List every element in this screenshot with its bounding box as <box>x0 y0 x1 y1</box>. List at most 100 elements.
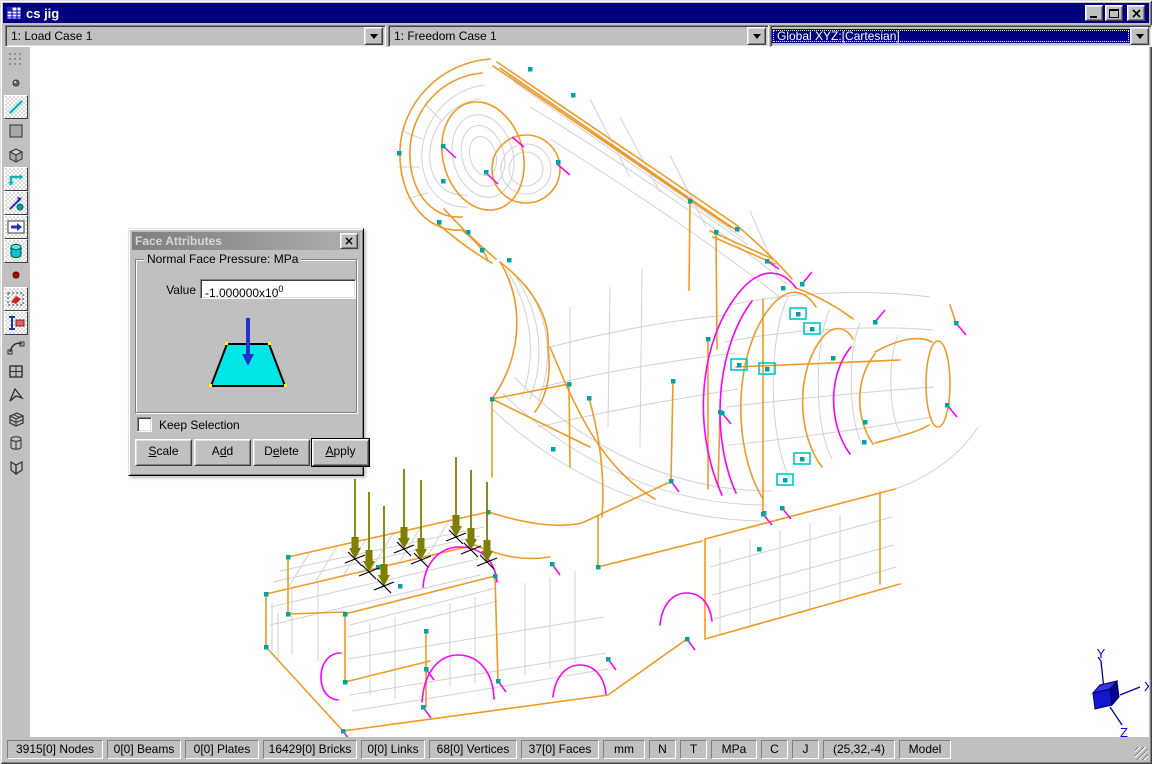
close-button[interactable] <box>1127 5 1145 21</box>
beam-tool-icon[interactable] <box>4 95 28 119</box>
vertex-node <box>286 555 291 560</box>
pressure-arrow-head <box>484 540 491 551</box>
status-stress-unit: MPa <box>711 740 757 759</box>
freedom-case-combobox[interactable]: 1: Freedom Case 1 <box>388 25 769 47</box>
value-label: Value <box>156 283 196 297</box>
vertex-node <box>688 199 693 204</box>
load-case-combobox[interactable]: 1: Load Case 1 <box>5 25 386 47</box>
vertex-node <box>685 637 690 642</box>
face-pressure-icon <box>200 316 296 396</box>
vertex-node <box>606 657 611 662</box>
value-exponent: 0 <box>278 284 283 294</box>
status-bricks: 16429[0] Bricks <box>263 740 357 759</box>
beam-element-icon[interactable] <box>4 335 28 359</box>
pressure-value-input[interactable]: -1.000000x100 <box>200 279 356 299</box>
vertex-node <box>466 230 471 235</box>
wedge-element-icon[interactable] <box>4 431 28 455</box>
delete-button[interactable]: Delete <box>253 439 310 466</box>
vertex-node <box>873 320 878 325</box>
vertex-node <box>669 479 674 484</box>
coordinate-system-combobox[interactable]: Global XYZ:[Cartesian] <box>770 25 1152 47</box>
vertex-node <box>706 337 711 342</box>
axis-label-z: Z <box>1120 725 1128 737</box>
value-mantissa: -1.000000x10 <box>205 286 278 300</box>
chevron-down-icon[interactable] <box>364 27 383 45</box>
window-title: cs jig <box>26 6 1085 21</box>
vertex-node <box>424 629 429 634</box>
vertex-node <box>765 367 770 372</box>
coordinate-system-value: Global XYZ:[Cartesian] <box>772 29 1130 43</box>
pressure-arrow-head <box>453 515 460 526</box>
brick-element-icon[interactable] <box>4 407 28 431</box>
dialog-title: Face Attributes <box>135 234 340 248</box>
link-tool-icon[interactable] <box>4 167 28 191</box>
apply-button[interactable]: Apply <box>312 439 369 466</box>
keep-selection-checkbox[interactable] <box>137 417 152 432</box>
vertex-node <box>862 440 867 445</box>
scale-button[interactable]: Scale <box>135 439 192 466</box>
pressure-arrow-head <box>381 564 388 575</box>
vertex-node <box>397 151 402 156</box>
status-beams: 0[0] Beams <box>107 740 181 759</box>
freedom-case-value: 1: Freedom Case 1 <box>389 29 747 43</box>
axis-triad: Y X Z <box>1093 646 1149 737</box>
select-plate-tool-icon[interactable] <box>4 311 28 335</box>
vertex-node <box>567 382 572 387</box>
vertex-node <box>286 612 291 617</box>
minimize-button[interactable] <box>1085 5 1103 21</box>
keep-selection-row[interactable]: Keep Selection <box>137 417 240 432</box>
vertex-node <box>441 179 446 184</box>
vertex-node <box>761 512 766 517</box>
vertex-node <box>496 679 501 684</box>
vertex-node <box>421 705 426 710</box>
tri-element-icon[interactable] <box>4 383 28 407</box>
node-tool-icon[interactable] <box>4 71 28 95</box>
pressure-groupbox: Normal Face Pressure: MPa Value -1.00000… <box>135 259 357 413</box>
vertex-node <box>343 612 348 617</box>
vertex-node <box>264 592 269 597</box>
vertex-node <box>783 478 788 483</box>
vertex-tool-icon[interactable] <box>4 191 28 215</box>
maximize-button[interactable] <box>1105 5 1123 21</box>
status-mode: Model <box>899 740 951 759</box>
plate-tool-icon[interactable] <box>4 119 28 143</box>
chevron-down-icon[interactable] <box>747 27 766 45</box>
add-button[interactable]: Add <box>194 439 251 466</box>
pressure-arrow-head <box>401 527 408 538</box>
pressure-arrow-head <box>468 528 475 539</box>
resize-grip[interactable] <box>1135 747 1148 760</box>
plate-fold-element-icon[interactable] <box>4 455 28 479</box>
solid-tool-icon[interactable] <box>4 239 28 263</box>
status-coordinates: (25,32,-4) <box>823 740 895 759</box>
vertex-node <box>954 321 959 326</box>
face-attributes-dialog[interactable]: Face Attributes Normal Face Pressure: MP… <box>128 228 364 476</box>
close-icon[interactable] <box>340 233 358 249</box>
load-point-tool-icon[interactable] <box>4 263 28 287</box>
axis-label-x: X <box>1144 679 1149 694</box>
status-force-unit: N <box>649 740 676 759</box>
vertex-node <box>550 562 555 567</box>
vertex-node <box>831 356 836 361</box>
chevron-down-icon[interactable] <box>1130 27 1149 45</box>
vertex-node <box>945 403 950 408</box>
app-icon <box>6 5 22 21</box>
vertex-node <box>596 565 601 570</box>
pressure-arrow-head <box>418 538 425 549</box>
status-temp-unit: T <box>680 740 707 759</box>
vertex-node <box>780 506 785 511</box>
load-case-value: 1: Load Case 1 <box>6 29 364 43</box>
quad-element-icon[interactable] <box>4 359 28 383</box>
vertex-node <box>424 667 429 672</box>
vertex-node <box>800 282 805 287</box>
snap-grid-icon[interactable] <box>4 47 28 71</box>
face-tool-icon[interactable] <box>4 215 28 239</box>
select-beam-tool-icon[interactable] <box>4 287 28 311</box>
dialog-title-bar[interactable]: Face Attributes <box>132 232 360 250</box>
vertex-node <box>714 230 719 235</box>
entity-toolbar <box>3 47 30 737</box>
vertex-node <box>343 680 348 685</box>
vertex-node <box>863 420 868 425</box>
status-vertices: 68[0] Vertices <box>429 740 517 759</box>
status-plates: 0[0] Plates <box>185 740 259 759</box>
brick-tool-icon[interactable] <box>4 143 28 167</box>
